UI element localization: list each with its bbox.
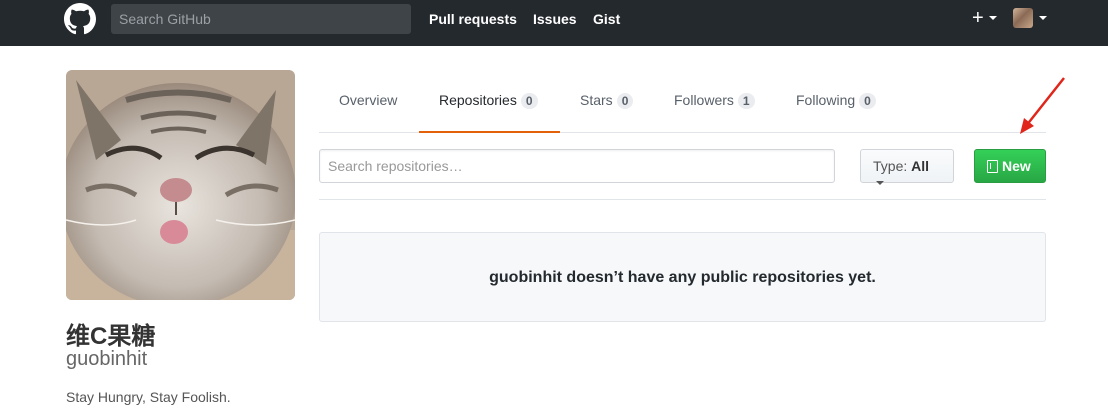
red-arrow-annotation	[1020, 77, 1065, 134]
tab-counter: 0	[859, 93, 876, 109]
nav-pull-requests[interactable]: Pull requests	[429, 11, 517, 27]
tab-counter: 1	[737, 93, 755, 109]
caret-down-icon[interactable]	[989, 16, 997, 20]
search-repositories-input[interactable]	[319, 149, 835, 183]
github-logo-icon[interactable]	[64, 3, 96, 35]
tab-following[interactable]: Following 0	[796, 76, 876, 133]
profile-bio: Stay Hungry, Stay Foolish.	[66, 389, 231, 405]
nav-gist[interactable]: Gist	[593, 11, 620, 27]
profile-username: guobinhit	[66, 348, 148, 370]
user-avatar-small[interactable]	[1013, 8, 1033, 28]
profile-tabs: Overview Repositories 0 Stars 0 Followers 1…	[319, 76, 1046, 133]
tab-label: Repositories	[439, 92, 517, 108]
type-filter-button[interactable]: Type: All	[860, 149, 954, 186]
tab-repositories[interactable]: Repositories 0	[419, 76, 560, 133]
nav-issues[interactable]: Issues	[533, 11, 577, 27]
tab-followers[interactable]: Followers 1	[674, 76, 755, 133]
type-value: All	[911, 158, 930, 174]
empty-repositories-blankslate: guobinhit doesn’t have any public reposi…	[319, 232, 1046, 322]
tab-overview[interactable]: Overview	[339, 76, 397, 133]
divider	[319, 199, 1046, 200]
search-github-input[interactable]	[111, 4, 411, 34]
profile-avatar	[66, 70, 295, 300]
plus-icon[interactable]: +	[972, 6, 984, 30]
caret-down-icon	[876, 181, 884, 186]
caret-down-icon[interactable]	[1039, 16, 1047, 20]
top-header: Pull requests Issues Gist +	[0, 0, 1108, 46]
empty-message: guobinhit doesn’t have any public reposi…	[489, 269, 876, 286]
profile-full-name: 维C果糖	[66, 323, 156, 350]
tab-counter: 0	[616, 93, 634, 109]
book-icon	[987, 160, 998, 173]
type-label: Type:	[873, 158, 908, 174]
cat-avatar-image	[66, 70, 295, 300]
new-label: New	[1002, 158, 1031, 174]
tab-stars[interactable]: Stars 0	[580, 76, 634, 133]
tab-label: Overview	[339, 92, 398, 108]
new-repository-button[interactable]: New	[974, 149, 1046, 183]
tab-label: Stars	[580, 92, 613, 108]
tab-label: Following	[796, 92, 856, 108]
tab-label: Followers	[674, 92, 734, 108]
tab-counter: 0	[520, 93, 538, 109]
